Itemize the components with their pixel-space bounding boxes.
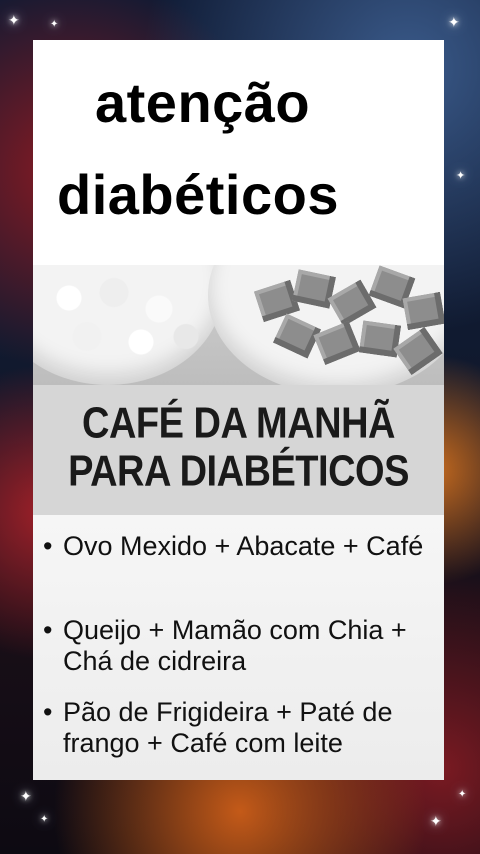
breakfast-list: • Ovo Mexido + Abacate + Café • Queijo +… (33, 515, 444, 780)
banner-line-1: CAFÉ DA MANHÃ (82, 399, 395, 449)
bullet: • (43, 697, 53, 727)
bullet: • (43, 615, 53, 645)
sugar-cube (402, 291, 444, 331)
bullet: • (43, 531, 53, 561)
post-card: atenção diabéticos CAFÉ DA MANHÃ PARA DI… (33, 40, 444, 780)
sparkle-star-icon: ✦ (430, 814, 442, 830)
sugar-pile (33, 265, 213, 375)
sparkle-star-icon: ✦ (40, 814, 49, 825)
sparkle-star-icon: ✦ (458, 789, 467, 800)
headline: atenção diabéticos (33, 40, 444, 265)
sparkle-star-icon: ✦ (50, 19, 59, 30)
sparkle-star-icon: ✦ (448, 15, 460, 31)
headline-line-1: atenção (95, 71, 311, 134)
title-banner: CAFÉ DA MANHÃ PARA DIABÉTICOS (33, 385, 444, 515)
list-item-text: Pão de Frigideira + Paté de frango + Caf… (63, 697, 393, 758)
sparkle-star-icon: ✦ (20, 789, 32, 805)
list-item-text: Ovo Mexido + Abacate + Café (63, 531, 424, 561)
sparkle-star-icon: ✦ (456, 169, 466, 182)
banner-line-2: PARA DIABÉTICOS (68, 447, 409, 497)
list-item-text: Queijo + Mamão com Chia + Chá de cidreir… (63, 615, 407, 676)
sugar-bowls-photo (33, 265, 444, 385)
headline-line-2: diabéticos (57, 163, 339, 226)
sparkle-star-icon: ✦ (8, 13, 20, 29)
